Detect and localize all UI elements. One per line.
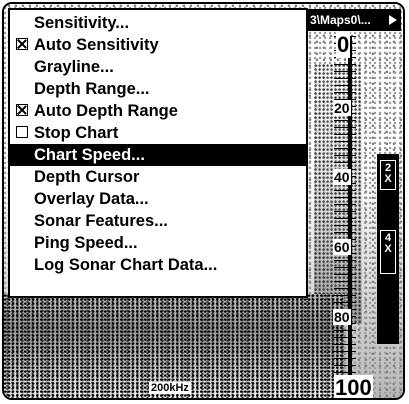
menu-item[interactable]: Stop Chart (10, 122, 306, 144)
menu-item[interactable]: Chart Speed... (10, 144, 306, 166)
menu-item[interactable]: Auto Sensitivity (10, 34, 306, 56)
right-arrow-icon[interactable] (389, 15, 397, 25)
menu-item-label: Log Sonar Chart Data... (34, 256, 218, 274)
menu-item-label: Stop Chart (34, 124, 119, 142)
menu-item[interactable]: Ping Speed... (10, 232, 306, 254)
menu-item-label: Depth Range... (34, 80, 150, 98)
zoom-level-2x[interactable]: 2X (380, 160, 396, 190)
menu-item-label: Sensitivity... (34, 14, 130, 32)
checkbox-icon[interactable] (16, 38, 28, 50)
menu-item[interactable]: Grayline... (10, 56, 306, 78)
menu-item[interactable]: Sonar Features... (10, 210, 306, 232)
menu-item-label: Chart Speed... (34, 146, 145, 164)
sonar-screen: 0 20 40 60 80 100 2X 4X 200kHz 3\Maps0\.… (0, 0, 409, 404)
menu-item[interactable]: Depth Cursor (10, 166, 306, 188)
depth-label-60: 60 (333, 239, 351, 255)
menu-item-label: Overlay Data... (34, 190, 149, 208)
menu-item[interactable]: Depth Range... (10, 78, 306, 100)
menu-item[interactable]: Log Sonar Chart Data... (10, 254, 306, 276)
depth-label-80: 80 (333, 309, 351, 325)
menu-item[interactable]: Overlay Data... (10, 188, 306, 210)
zoom-bar[interactable]: 2X 4X (377, 154, 399, 344)
menu-item-label: Depth Cursor (34, 168, 140, 186)
depth-label-40: 40 (333, 169, 351, 185)
title-bar: 3\Maps0\... (304, 9, 401, 31)
menu-item-label: Ping Speed... (34, 234, 138, 252)
menu-item-label: Sonar Features... (34, 212, 168, 230)
menu-item-label: Auto Sensitivity (34, 36, 159, 54)
menu-item-label: Auto Depth Range (34, 102, 178, 120)
depth-label-100: 100 (334, 375, 373, 400)
checkbox-icon[interactable] (16, 104, 28, 116)
depth-scale-ticks (334, 36, 356, 394)
display-frame: 0 20 40 60 80 100 2X 4X 200kHz 3\Maps0\.… (2, 2, 405, 400)
menu-item-label: Grayline... (34, 58, 114, 76)
menu-item[interactable]: Auto Depth Range (10, 100, 306, 122)
depth-label-0: 0 (336, 32, 351, 58)
window-title: 3\Maps0\... (310, 13, 371, 27)
checkbox-icon[interactable] (16, 126, 28, 138)
zoom-level-4x[interactable]: 4X (380, 230, 396, 274)
depth-label-20: 20 (333, 100, 351, 116)
frequency-label: 200kHz (149, 382, 191, 394)
menu-item[interactable]: Sensitivity... (10, 12, 306, 34)
sonar-menu: Sensitivity... Auto Sensitivity Grayline..… (8, 8, 308, 298)
depth-scale-bar (348, 36, 352, 394)
